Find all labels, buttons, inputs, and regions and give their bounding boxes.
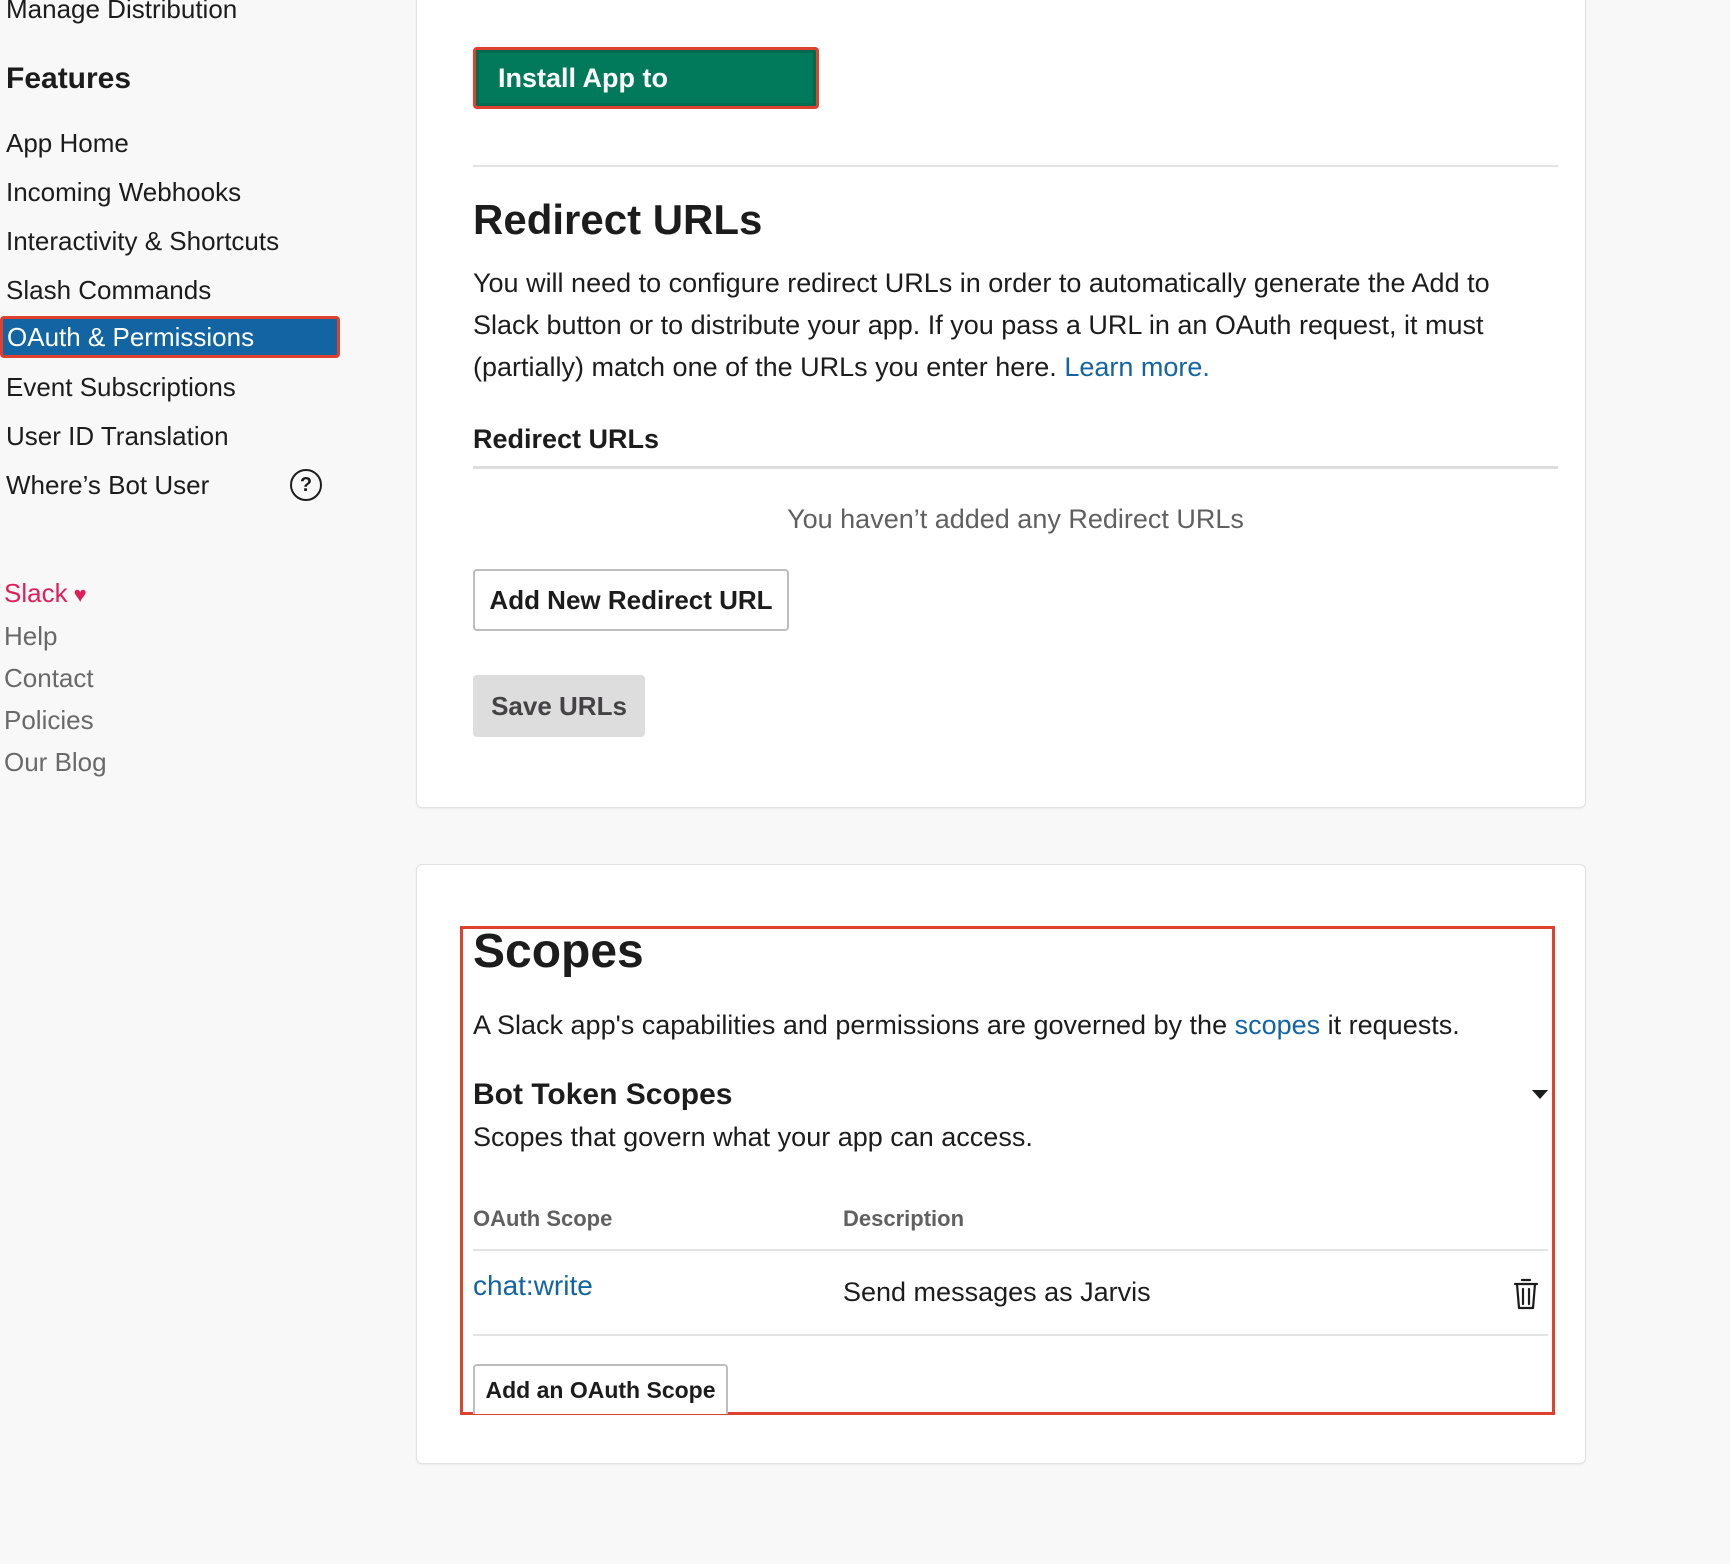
scope-description: Send messages as Jarvis [843, 1277, 1151, 1307]
footer-link-contact[interactable]: Contact [4, 663, 94, 694]
table-header-divider [473, 1249, 1548, 1251]
scopes-description-after: it requests. [1320, 1010, 1460, 1040]
sidebar-item-manage-distribution[interactable]: Manage Distribution [6, 0, 237, 25]
bot-token-scopes-title: Bot Token Scopes [473, 1078, 733, 1111]
footer-link-policies[interactable]: Policies [4, 705, 94, 736]
learn-more-link[interactable]: Learn more. [1064, 352, 1210, 382]
sidebar-item-event-subscriptions[interactable]: Event Subscriptions [0, 366, 340, 408]
bot-token-scopes-description: Scopes that govern what your app can acc… [473, 1122, 1033, 1152]
redirect-description-text: You will need to configure redirect URLs… [473, 268, 1490, 382]
footer-link-help[interactable]: Help [4, 621, 57, 652]
sidebar-item-interactivity-shortcuts[interactable]: Interactivity & Shortcuts [0, 220, 340, 262]
redirect-urls-description: You will need to configure redirect URLs… [473, 262, 1543, 388]
scopes-description: A Slack app's capabilities and permissio… [473, 1010, 1460, 1041]
sidebar-item-user-id-translation[interactable]: User ID Translation [0, 415, 340, 457]
column-header-description: Description [843, 1206, 965, 1231]
save-urls-button[interactable]: Save URLs [473, 675, 645, 737]
slack-label: Slack [4, 578, 68, 608]
help-circle-icon[interactable]: ? [290, 469, 322, 501]
sidebar-heading-features: Features [6, 62, 132, 95]
redirect-urls-list-heading: Redirect URLs [473, 424, 660, 454]
caret-down-icon[interactable] [1532, 1090, 1548, 1099]
scopes-link[interactable]: scopes [1235, 1010, 1321, 1040]
trash-icon[interactable] [1512, 1277, 1540, 1311]
redirect-list-divider [473, 466, 1558, 469]
slack-love-link[interactable]: Slack ♥ [4, 578, 87, 609]
scope-name-link[interactable]: chat:write [473, 1270, 593, 1302]
add-oauth-scope-button[interactable]: Add an OAuth Scope [473, 1364, 728, 1414]
sidebar-item-oauth-permissions[interactable]: OAuth & Permissions [0, 316, 340, 358]
column-header-oauth-scope: OAuth Scope [473, 1206, 613, 1231]
redirect-urls-title: Redirect URLs [473, 196, 763, 243]
section-divider [473, 165, 1558, 167]
scopes-title: Scopes [473, 925, 644, 978]
add-new-redirect-url-button[interactable]: Add New Redirect URL [473, 569, 789, 631]
footer-link-our-blog[interactable]: Our Blog [4, 747, 107, 778]
sidebar: Manage Distribution Features App Home In… [0, 0, 416, 1418]
redirect-urls-empty-message: You haven’t added any Redirect URLs [787, 504, 1244, 534]
sidebar-item-wheres-bot-user[interactable]: Where’s Bot User [0, 464, 340, 506]
sidebar-item-incoming-webhooks[interactable]: Incoming Webhooks [0, 171, 340, 213]
scopes-highlight-box [460, 926, 1555, 1415]
sidebar-item-slash-commands[interactable]: Slash Commands [0, 269, 340, 311]
heart-icon: ♥ [73, 582, 87, 607]
scopes-description-before: A Slack app's capabilities and permissio… [473, 1010, 1235, 1040]
install-app-button[interactable]: Install App to Workspace [473, 47, 819, 149]
table-row-divider [473, 1334, 1548, 1336]
sidebar-item-app-home[interactable]: App Home [0, 122, 340, 164]
